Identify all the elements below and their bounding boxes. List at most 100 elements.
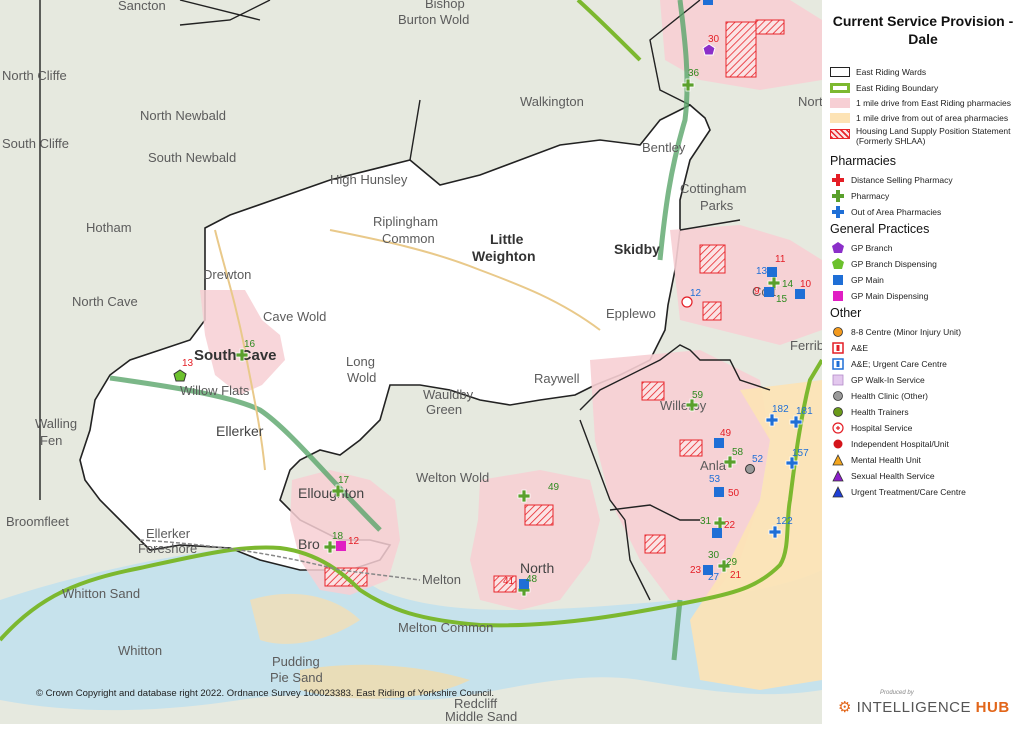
plus-blue-icon bbox=[831, 205, 845, 218]
place-label: Welton Wold bbox=[416, 470, 489, 485]
marker-label: 182 bbox=[772, 404, 789, 415]
place-label: Common bbox=[382, 231, 435, 246]
marker-label: 13 bbox=[756, 266, 768, 277]
housing-land bbox=[755, 19, 785, 35]
place-label: Raywell bbox=[534, 371, 580, 386]
legend-item-boundary: East Riding Boundary bbox=[830, 80, 938, 95]
marker-label: 30 bbox=[708, 550, 720, 561]
place-label: Anla bbox=[700, 458, 727, 473]
legend-label: 1 mile drive from East Riding pharmacies bbox=[856, 97, 1011, 108]
legend-item-ae-urgent-care: A&E; Urgent Care Centre bbox=[830, 356, 947, 371]
produced-by-text: Produced by bbox=[880, 690, 914, 696]
circle-olive-icon bbox=[831, 406, 845, 418]
place-label: Walling bbox=[35, 416, 77, 431]
legend-label: GP Branch bbox=[851, 242, 893, 253]
place-label: Whitton bbox=[118, 643, 162, 658]
place-label: Hotham bbox=[86, 220, 132, 235]
place-label: Wauldby bbox=[423, 387, 474, 402]
place-label: High Hunsley bbox=[330, 172, 408, 187]
place-label: Foreshore bbox=[138, 541, 197, 556]
square-magenta-icon bbox=[831, 290, 845, 302]
place-label: Sancton bbox=[118, 0, 166, 13]
marker-label: 58 bbox=[732, 447, 744, 458]
marker-label: 12 bbox=[690, 288, 702, 299]
boundary-swatch-icon bbox=[830, 82, 850, 93]
legend-label: Pharmacy bbox=[851, 190, 890, 201]
housing-land bbox=[679, 439, 703, 457]
gp-heading: General Practices bbox=[830, 222, 930, 236]
place-label: Broomfleet bbox=[6, 514, 69, 529]
ae-red-icon bbox=[831, 341, 845, 354]
marker-label: 14 bbox=[782, 279, 794, 290]
marker-label: 16 bbox=[244, 339, 256, 350]
place-label: Weighton bbox=[472, 248, 536, 264]
circle-red-icon bbox=[831, 438, 845, 450]
legend-label: GP Branch Dispensing bbox=[851, 258, 937, 269]
place-label: Skidby bbox=[614, 241, 660, 257]
gp-main-marker bbox=[714, 438, 724, 448]
legend-item-independent-hospital: Independent Hospital/Unit bbox=[830, 436, 949, 451]
legend-item-sexual-health: Sexual Health Service bbox=[830, 468, 935, 483]
legend-item-gp-walk-in: GP Walk-In Service bbox=[830, 372, 925, 387]
health-clinic-marker bbox=[745, 464, 755, 474]
place-label: Middle Sand bbox=[445, 709, 517, 724]
square-blue-icon bbox=[831, 274, 845, 286]
marker-label: 13 bbox=[182, 358, 194, 369]
gp-main-marker bbox=[795, 289, 805, 299]
intelligence-hub-logo: ⚙ INTELLIGENCE HUB bbox=[838, 698, 1010, 716]
place-label: Wold bbox=[347, 370, 376, 385]
marker-label: 10 bbox=[800, 279, 812, 290]
gp-main-marker bbox=[764, 287, 774, 297]
legend-item-wards: East Riding Wards bbox=[830, 64, 926, 79]
copyright-notice: © Crown Copyright and database right 202… bbox=[36, 688, 494, 699]
marker-label: 41 bbox=[503, 576, 515, 587]
legend-label: Hospital Service bbox=[851, 422, 913, 433]
place-label: Whitton Sand bbox=[62, 586, 140, 601]
legend-label: 1 mile drive from out of area pharmacies bbox=[856, 112, 1009, 123]
place-label: Parks bbox=[700, 198, 734, 213]
legend-label: Health Trainers bbox=[851, 406, 909, 417]
marker-label: 52 bbox=[752, 454, 764, 465]
legend-item-urgent-treatment: Urgent Treatment/Care Centre bbox=[830, 484, 966, 499]
marker-label: 29 bbox=[726, 557, 738, 568]
logo-prefix: INTELLIGENCE bbox=[856, 699, 971, 716]
marker-label: 15 bbox=[776, 294, 788, 305]
marker-label: 49 bbox=[720, 428, 732, 439]
legend-item-housing-land: Housing Land Supply Position Statement (… bbox=[830, 126, 1016, 150]
plus-red-icon bbox=[831, 173, 845, 186]
triangle-orange-icon bbox=[831, 453, 845, 466]
pentagon-purple-icon bbox=[831, 241, 845, 254]
legend-label: Distance Selling Pharmacy bbox=[851, 174, 953, 185]
place-label: Burton Wold bbox=[398, 12, 469, 27]
marker-label: 59 bbox=[692, 390, 704, 401]
wards-swatch-icon bbox=[830, 66, 850, 77]
place-label: North bbox=[798, 94, 822, 109]
legend-label: Health Clinic (Other) bbox=[851, 390, 928, 401]
place-label: Pie Sand bbox=[270, 670, 323, 685]
circle-orange-icon bbox=[831, 326, 845, 338]
place-label: Cottingham bbox=[680, 181, 746, 196]
legend-label: Urgent Treatment/Care Centre bbox=[851, 486, 966, 497]
place-label: Pudding bbox=[272, 654, 320, 669]
legend-item-8-8-centre: 8-8 Centre (Minor Injury Unit) bbox=[830, 324, 961, 339]
housing-land bbox=[702, 301, 722, 321]
map-svg: Sancton Bishop Burton Wold North Cliffe … bbox=[0, 0, 831, 724]
place-label: Riplingham bbox=[373, 214, 438, 229]
marker-label: 17 bbox=[338, 475, 350, 486]
map-title: Current Service Provision - Dale bbox=[832, 13, 1014, 47]
place-label: Willow Flats bbox=[180, 383, 250, 398]
map-canvas[interactable]: Sancton Bishop Burton Wold North Cliffe … bbox=[0, 0, 831, 724]
legend-item-gp-branch: GP Branch bbox=[830, 240, 892, 255]
gp-main-marker bbox=[714, 487, 724, 497]
marker-label: 36 bbox=[688, 68, 700, 79]
ae-blue-icon bbox=[831, 357, 845, 370]
marker-label: 23 bbox=[690, 565, 702, 576]
housing-land bbox=[644, 534, 666, 554]
marker-label: 31 bbox=[700, 516, 712, 527]
logo-suffix: HUB bbox=[975, 699, 1010, 716]
marker-label: 122 bbox=[776, 516, 793, 527]
gp-main-marker bbox=[703, 0, 713, 5]
pentagon-green-icon bbox=[831, 257, 845, 270]
legend-item-health-trainers: Health Trainers bbox=[830, 404, 909, 419]
circle-grey-icon bbox=[831, 390, 845, 402]
